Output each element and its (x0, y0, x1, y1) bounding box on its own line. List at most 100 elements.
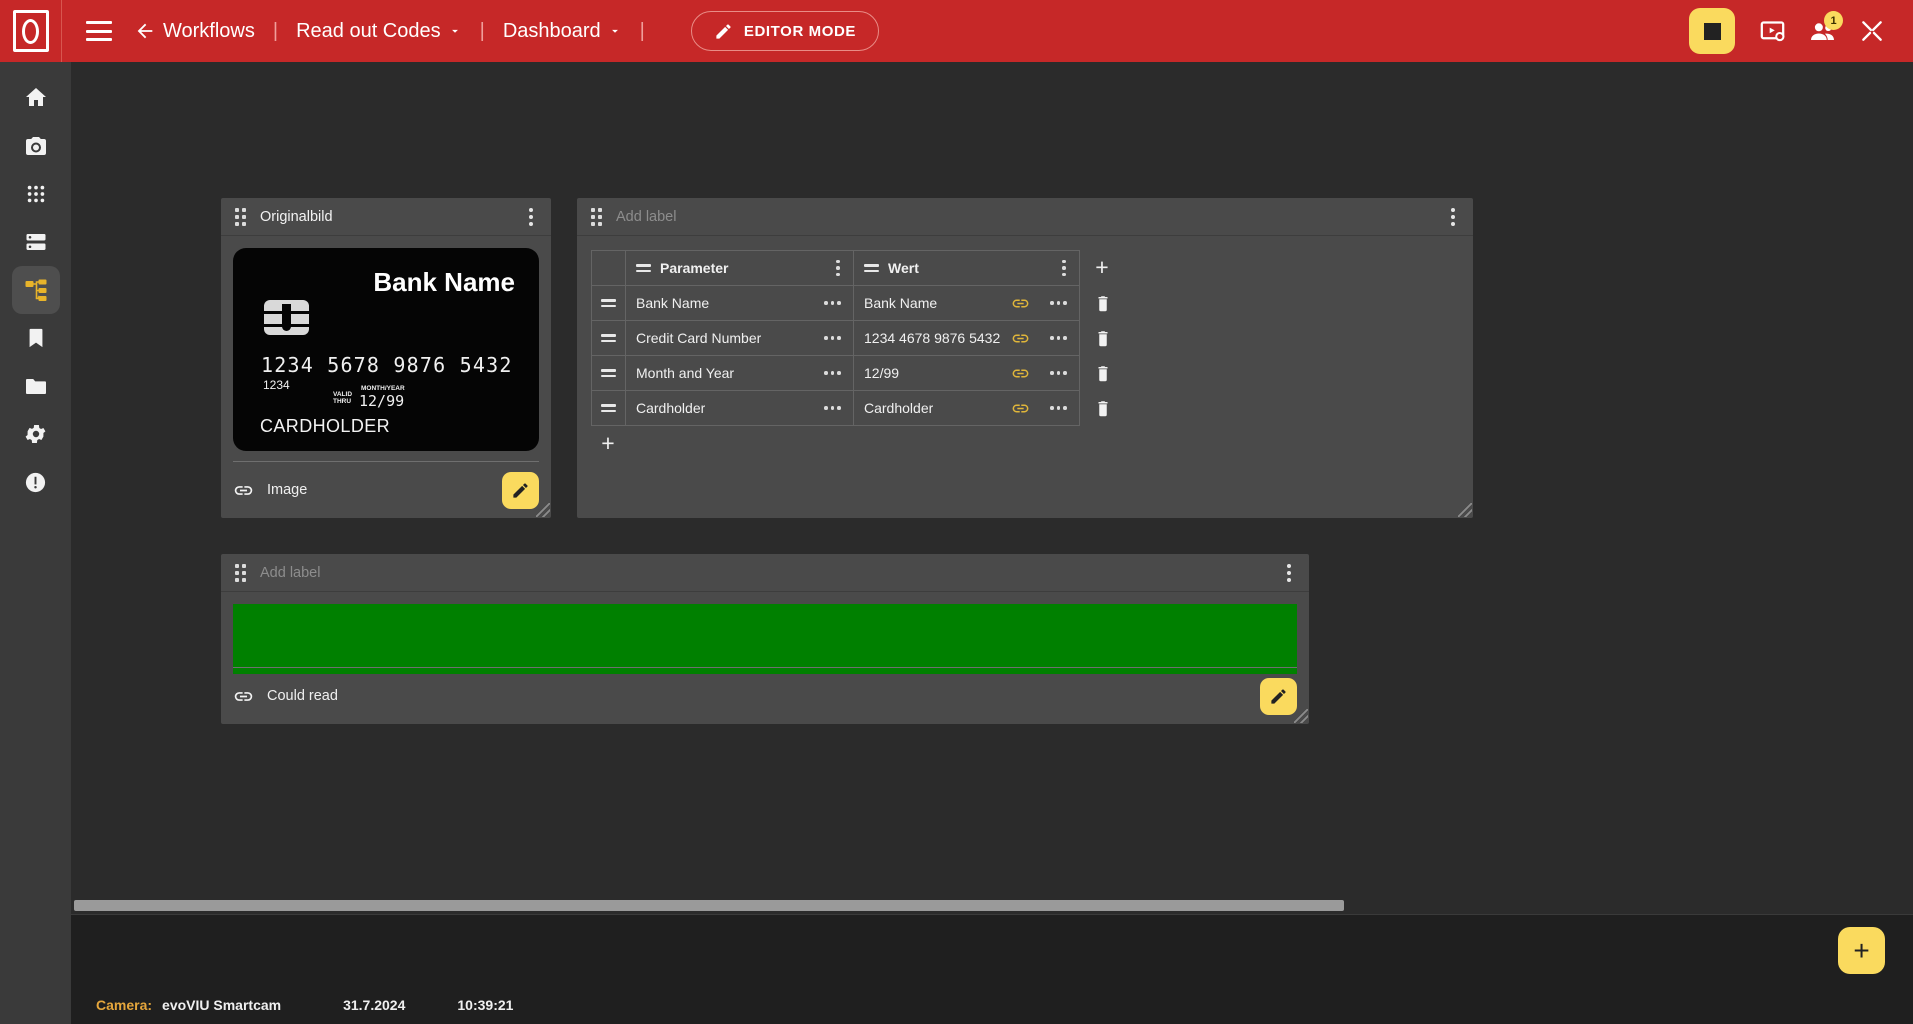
equals-icon[interactable] (601, 368, 616, 378)
trash-icon (1098, 400, 1108, 416)
table-row[interactable]: Credit Card Number 1234 4678 9876 5432 (591, 320, 1080, 356)
dots-menu-icon[interactable] (822, 296, 843, 310)
row-wert-cell[interactable]: Bank Name (853, 285, 1080, 321)
edit-result-button[interactable] (1260, 677, 1297, 715)
apps-grid-icon (27, 185, 44, 203)
table-row[interactable]: Bank Name Bank Name (591, 285, 1080, 321)
equals-icon[interactable] (601, 403, 616, 413)
row-wert-cell[interactable]: Cardholder (853, 390, 1080, 426)
row-wert-value: 1234 4678 9876 5432 (864, 330, 1001, 346)
equals-icon[interactable] (601, 298, 616, 308)
sidebar-item-apps[interactable] (12, 170, 60, 218)
link-icon[interactable] (1011, 399, 1030, 418)
app-logo[interactable] (0, 0, 62, 62)
row-parameter-cell[interactable]: Month and Year (625, 355, 854, 391)
row-wert-cell[interactable]: 12/99 (853, 355, 1080, 391)
kebab-menu-icon[interactable] (1283, 560, 1295, 586)
delete-row-button[interactable] (1080, 285, 1126, 320)
add-row-button[interactable]: + (591, 426, 625, 460)
topbar-actions: 1 (1689, 8, 1913, 54)
link-icon[interactable] (1011, 294, 1030, 313)
dots-menu-icon[interactable] (1048, 401, 1069, 415)
add-widget-button[interactable]: + (1838, 927, 1885, 974)
drag-handle-icon[interactable] (591, 207, 602, 226)
dots-menu-icon[interactable] (1048, 331, 1069, 345)
panel-parameter-table-title[interactable]: Add label (616, 209, 676, 225)
row-parameter-cell[interactable]: Cardholder (625, 390, 854, 426)
sidebar-item-workflows[interactable] (11, 266, 60, 314)
sidebar-item-camera[interactable] (12, 122, 60, 170)
panel-resize-handle[interactable] (1294, 709, 1308, 723)
header-parameter-cell[interactable]: Parameter (625, 250, 854, 286)
disconnect-button[interactable] (1849, 8, 1895, 54)
hamburger-menu-icon[interactable] (86, 21, 112, 41)
dots-menu-icon[interactable] (822, 366, 843, 380)
arrow-left-icon (137, 23, 153, 39)
row-wert-cell[interactable]: 1234 4678 9876 5432 (853, 320, 1080, 356)
dots-menu-icon[interactable] (1048, 296, 1069, 310)
editor-mode-button[interactable]: EDITOR MODE (690, 11, 880, 51)
breadcrumb-workflows[interactable]: Workflows (134, 20, 255, 43)
row-wert-value: 12/99 (864, 365, 900, 381)
delete-row-button[interactable] (1080, 355, 1126, 390)
link-icon[interactable] (233, 480, 254, 501)
link-icon[interactable] (1011, 364, 1030, 383)
edit-original-button[interactable] (502, 471, 539, 509)
stop-button[interactable] (1689, 8, 1735, 54)
panel-resize-handle[interactable] (536, 503, 550, 517)
delete-row-button[interactable] (1080, 390, 1126, 425)
sidebar-item-bookmarks[interactable] (12, 314, 60, 362)
card-month-year-label: MONTH/YEAR (361, 385, 405, 392)
panel-result-footer: Could read (233, 667, 1297, 724)
stop-square-icon (1703, 22, 1721, 40)
panel-parameter-table[interactable]: Add label Parameter Wert Bank Name Bank … (577, 198, 1473, 518)
pencil-icon (513, 482, 528, 498)
sidebar-item-devices[interactable] (12, 218, 60, 266)
gear-icon (25, 425, 45, 443)
sidebar-item-settings[interactable] (12, 410, 60, 458)
card-expiry: 12/99 (359, 392, 405, 410)
users-button[interactable]: 1 (1799, 8, 1845, 54)
panel-result-title[interactable]: Add label (260, 565, 320, 581)
scrollbar-thumb[interactable] (74, 900, 1344, 911)
drag-handle-icon[interactable] (235, 207, 246, 226)
panel-result[interactable]: Add label Could read (221, 554, 1309, 724)
sidebar-item-home[interactable] (12, 74, 60, 122)
delete-row-button[interactable] (1080, 320, 1126, 355)
panel-resize-handle[interactable] (1458, 503, 1472, 517)
sidebar-item-alerts[interactable] (12, 458, 60, 506)
sidebar-item-files[interactable] (12, 362, 60, 410)
row-drag-cell[interactable] (591, 355, 626, 391)
row-drag-cell[interactable] (591, 390, 626, 426)
kebab-menu-icon[interactable] (525, 204, 537, 230)
breadcrumb-dashboard-label: Dashboard (502, 19, 601, 42)
row-parameter-cell[interactable]: Credit Card Number (625, 320, 854, 356)
table-row[interactable]: Cardholder Cardholder (591, 390, 1080, 426)
row-parameter-value: Cardholder (636, 400, 706, 416)
horizontal-scrollbar[interactable] (71, 897, 1913, 914)
panel-originalbild[interactable]: Originalbild Bank Name 1234 5678 9876 54… (221, 198, 551, 518)
row-drag-cell[interactable] (591, 320, 626, 356)
link-icon[interactable] (233, 686, 254, 707)
header-wert-cell[interactable]: Wert (853, 250, 1080, 286)
dots-menu-icon[interactable] (822, 331, 843, 345)
column-menu-icon[interactable] (1059, 257, 1069, 280)
dots-menu-icon[interactable] (1048, 366, 1069, 380)
breadcrumb-read-out-codes[interactable]: Read out Codes (296, 20, 462, 43)
link-icon[interactable] (1011, 329, 1030, 348)
row-delete-column: + (1080, 250, 1126, 425)
logo-o-icon (22, 18, 39, 44)
table-row[interactable]: Month and Year 12/99 (591, 355, 1080, 391)
row-parameter-cell[interactable]: Bank Name (625, 285, 854, 321)
dots-menu-icon[interactable] (822, 401, 843, 415)
add-column-button[interactable]: + (1080, 250, 1124, 285)
screen-settings-button[interactable] (1749, 8, 1795, 54)
equals-icon[interactable] (601, 333, 616, 343)
pencil-icon (1271, 688, 1286, 704)
row-drag-cell[interactable] (591, 285, 626, 321)
breadcrumb-dashboard[interactable]: Dashboard (503, 20, 622, 43)
header-parameter-label: Parameter (660, 260, 729, 276)
kebab-menu-icon[interactable] (1447, 204, 1459, 230)
column-menu-icon[interactable] (833, 257, 843, 280)
drag-handle-icon[interactable] (235, 563, 246, 582)
